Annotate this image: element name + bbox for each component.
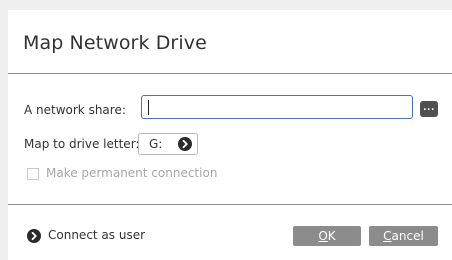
- connect-as-user-link[interactable]: Connect as user: [48, 228, 145, 242]
- drive-letter-value: G:: [149, 137, 163, 151]
- text-caret: [148, 100, 149, 115]
- title-divider: [8, 73, 452, 74]
- dialog-title: Map Network Drive: [23, 32, 207, 54]
- network-share-input[interactable]: [141, 95, 413, 119]
- make-permanent-label: Make permanent connection: [46, 166, 218, 180]
- chevron-right-circle-icon[interactable]: [27, 229, 41, 243]
- drive-letter-label: Map to drive letter:: [24, 137, 140, 151]
- cancel-button[interactable]: Cancel: [369, 226, 438, 246]
- footer-divider: [8, 204, 452, 205]
- make-permanent-checkbox[interactable]: [27, 168, 39, 180]
- drive-letter-select[interactable]: G:: [138, 133, 198, 155]
- ok-button[interactable]: OK: [293, 226, 361, 246]
- browse-button[interactable]: ...: [420, 101, 438, 117]
- map-network-drive-dialog: Map Network Drive A network share: ... M…: [8, 10, 452, 260]
- chevron-right-circle-icon: [178, 137, 192, 151]
- network-share-label: A network share:: [24, 103, 126, 117]
